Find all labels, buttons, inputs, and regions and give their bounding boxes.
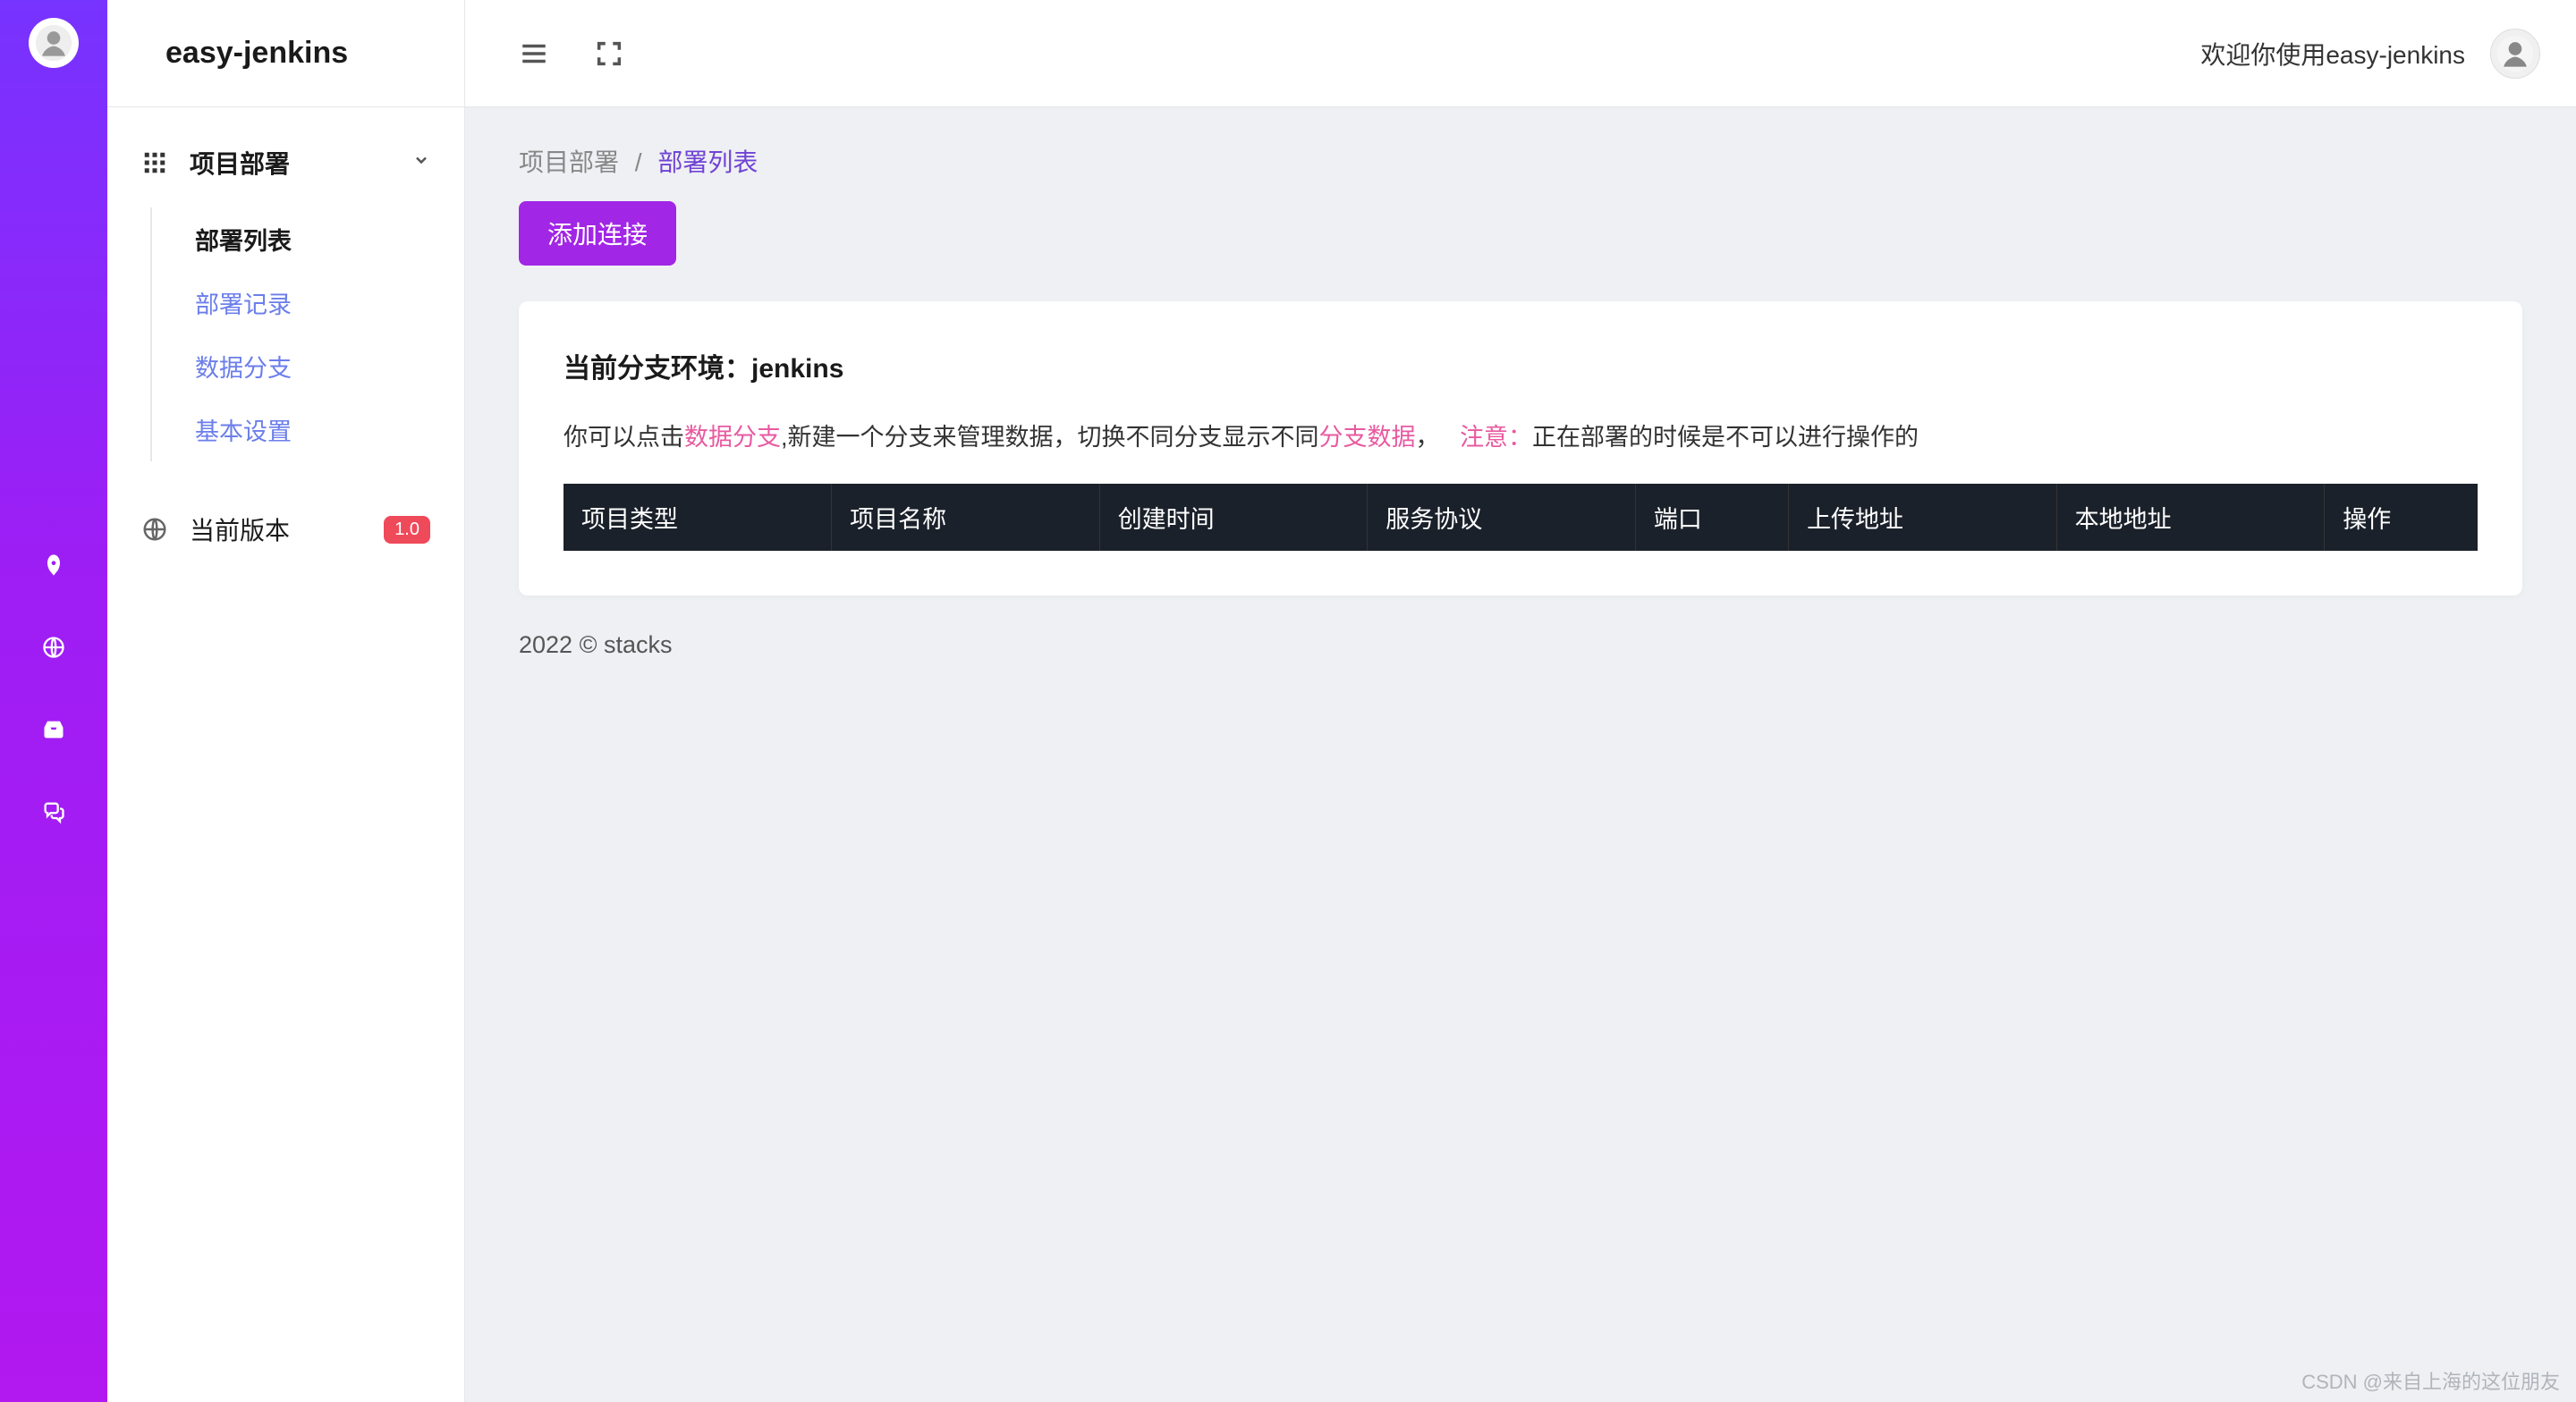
menu-toggle-icon[interactable] bbox=[519, 38, 549, 69]
col-project-name: 项目名称 bbox=[832, 484, 1100, 551]
breadcrumb: 项目部署 / 部署列表 bbox=[519, 143, 2522, 179]
sidebar-item-deploy-records[interactable]: 部署记录 bbox=[195, 271, 439, 334]
table-header-row: 项目类型 项目名称 创建时间 服务协议 端口 上传地址 本地地址 操作 bbox=[564, 484, 2478, 551]
inbox-icon[interactable] bbox=[38, 714, 70, 746]
chevron-down-icon bbox=[412, 151, 430, 174]
avatar-icon bbox=[34, 23, 73, 63]
col-upload-url: 上传地址 bbox=[1789, 484, 2057, 551]
env-title: 当前分支环境：jenkins bbox=[564, 346, 2478, 385]
sidebar-item-deploy-list[interactable]: 部署列表 bbox=[195, 207, 439, 271]
rail-avatar[interactable] bbox=[29, 18, 79, 68]
content: 项目部署 / 部署列表 添加连接 当前分支环境：jenkins 你可以点击数据分… bbox=[465, 107, 2576, 1402]
data-branch-link[interactable]: 数据分支 bbox=[684, 424, 781, 451]
sidebar-item-version[interactable]: 当前版本 1.0 bbox=[132, 488, 439, 570]
col-actions: 操作 bbox=[2325, 484, 2478, 551]
warning-label: 注意： bbox=[1460, 424, 1532, 451]
col-project-type: 项目类型 bbox=[564, 484, 832, 551]
grid-icon bbox=[141, 149, 168, 176]
footer-text: 2022 © stacks bbox=[519, 631, 2522, 659]
globe-icon bbox=[141, 516, 168, 543]
sidebar-item-basic-settings[interactable]: 基本设置 bbox=[195, 398, 439, 461]
submenu: 部署列表 部署记录 数据分支 基本设置 bbox=[150, 207, 439, 461]
rocket-icon[interactable] bbox=[38, 549, 70, 581]
sidebar: easy-jenkins 项目部署 部署列表 部署记录 数据分支 基本设置 bbox=[107, 0, 465, 1402]
fullscreen-icon[interactable] bbox=[594, 38, 624, 69]
globe-icon[interactable] bbox=[38, 631, 70, 663]
branch-data-link[interactable]: 分支数据 bbox=[1319, 424, 1416, 451]
version-label: 当前版本 bbox=[190, 511, 290, 547]
col-local-url: 本地地址 bbox=[2056, 484, 2325, 551]
col-port: 端口 bbox=[1635, 484, 1788, 551]
user-avatar[interactable] bbox=[2490, 29, 2540, 79]
welcome-text: 欢迎你使用easy-jenkins bbox=[2200, 36, 2465, 72]
chat-icon[interactable] bbox=[38, 796, 70, 828]
sidebar-item-project-deploy[interactable]: 项目部署 bbox=[132, 134, 439, 191]
breadcrumb-parent[interactable]: 项目部署 bbox=[519, 148, 619, 176]
sidebar-item-label: 项目部署 bbox=[190, 145, 290, 181]
version-badge: 1.0 bbox=[384, 516, 430, 544]
deploy-table: 项目类型 项目名称 创建时间 服务协议 端口 上传地址 本地地址 操作 bbox=[564, 484, 2478, 551]
brand-title: easy-jenkins bbox=[107, 0, 464, 107]
main: 欢迎你使用easy-jenkins 项目部署 / 部署列表 添加连接 当前分支环… bbox=[465, 0, 2576, 1402]
sidebar-item-data-branch[interactable]: 数据分支 bbox=[195, 334, 439, 398]
branch-panel: 当前分支环境：jenkins 你可以点击数据分支,新建一个分支来管理数据，切换不… bbox=[519, 301, 2522, 595]
nav-rail bbox=[0, 0, 107, 1402]
topbar: 欢迎你使用easy-jenkins bbox=[465, 0, 2576, 107]
avatar-icon bbox=[2496, 34, 2535, 73]
col-create-time: 创建时间 bbox=[1099, 484, 1368, 551]
breadcrumb-separator: / bbox=[635, 148, 642, 176]
hint-text: 你可以点击数据分支,新建一个分支来管理数据，切换不同分支显示不同分支数据， 注意… bbox=[564, 418, 2478, 452]
add-connection-button[interactable]: 添加连接 bbox=[519, 201, 676, 266]
watermark: CSDN @来自上海的这位朋友 bbox=[2301, 1366, 2560, 1395]
col-service-protocol: 服务协议 bbox=[1368, 484, 1636, 551]
breadcrumb-current: 部署列表 bbox=[657, 148, 758, 176]
